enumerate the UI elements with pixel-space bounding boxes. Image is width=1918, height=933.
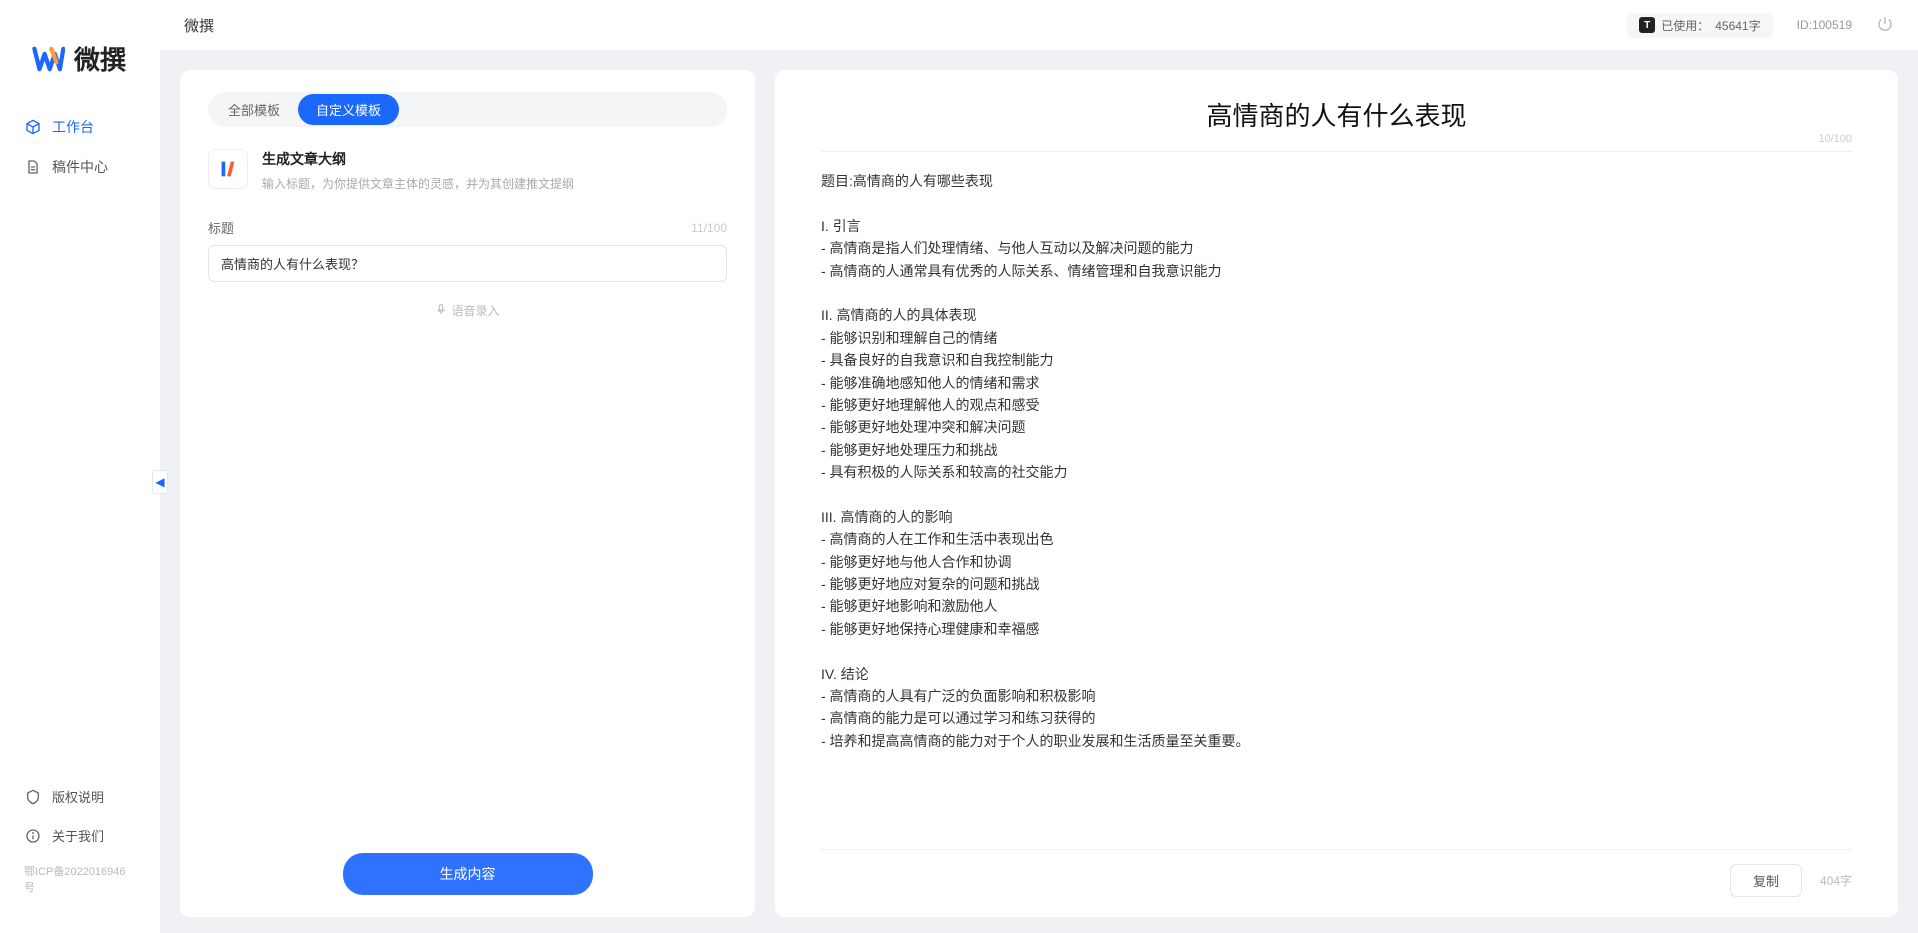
- cube-icon: [24, 118, 42, 136]
- generate-button[interactable]: 生成内容: [343, 853, 593, 895]
- nav-item-workspace[interactable]: 工作台: [0, 107, 160, 147]
- nav-bottom: 版权说明 关于我们 鄂ICP备2022016946号: [0, 777, 160, 913]
- sidebar: 微撰 工作台 稿件中心 版权说明 关于我们 鄂ICP: [0, 0, 160, 933]
- title-input[interactable]: [208, 245, 727, 282]
- brand-logo-icon: [30, 41, 66, 77]
- chevron-left-icon: ◀: [155, 475, 164, 489]
- mic-icon: [435, 303, 447, 318]
- output-title-counter: 10/100: [1818, 133, 1852, 145]
- template-title: 生成文章大纲: [262, 149, 574, 169]
- nav-item-label: 工作台: [52, 117, 94, 137]
- nav-item-label: 版权说明: [52, 787, 104, 806]
- brand-logo: 微撰: [0, 20, 160, 107]
- info-icon: [24, 827, 42, 845]
- usage-pill[interactable]: T 已使用： 45641字: [1627, 13, 1772, 38]
- template-icon: [208, 149, 248, 189]
- tab-all-templates[interactable]: 全部模板: [210, 94, 298, 125]
- divider: [821, 151, 1852, 152]
- user-id: ID:100519: [1797, 18, 1852, 32]
- page-title: 微撰: [184, 15, 214, 36]
- output-word-count: 404字: [1820, 872, 1852, 889]
- template-card: 生成文章大纲 输入标题，为你提供文章主体的灵感，并为其创建推文提纲: [208, 149, 727, 192]
- nav-item-label: 关于我们: [52, 826, 104, 845]
- topbar: 微撰 T 已使用： 45641字 ID:100519: [160, 0, 1918, 50]
- tab-custom-templates[interactable]: 自定义模板: [298, 94, 399, 125]
- sidebar-collapse-handle[interactable]: ◀: [152, 470, 168, 494]
- shield-icon: [24, 788, 42, 806]
- template-tabs: 全部模板 自定义模板: [208, 92, 727, 127]
- main-region: 微撰 T 已使用： 45641字 ID:100519 全部模板 自定义模板: [160, 0, 1918, 933]
- voice-input-button[interactable]: 语音录入: [208, 302, 727, 319]
- topbar-right: T 已使用： 45641字 ID:100519: [1627, 13, 1894, 38]
- token-badge-icon: T: [1639, 17, 1655, 33]
- icp-text: 鄂ICP备2022016946号: [0, 855, 160, 903]
- template-desc: 输入标题，为你提供文章主体的灵感，并为其创建推文提纲: [262, 175, 574, 192]
- power-icon[interactable]: [1876, 15, 1894, 36]
- input-panel: 全部模板 自定义模板 生成文章大纲 输入标题，为你提供文章主体的灵感，并为其创建…: [180, 70, 755, 917]
- nav-item-about[interactable]: 关于我们: [0, 816, 160, 855]
- title-field-label: 标题: [208, 218, 234, 237]
- nav-item-drafts[interactable]: 稿件中心: [0, 147, 160, 187]
- nav-main: 工作台 稿件中心: [0, 107, 160, 777]
- usage-prefix: 已使用：: [1661, 17, 1709, 34]
- output-panel: 高情商的人有什么表现 10/100 题目:高情商的人有哪些表现 I. 引言 - …: [775, 70, 1898, 917]
- output-body[interactable]: 题目:高情商的人有哪些表现 I. 引言 - 高情商是指人们处理情绪、与他人互动以…: [821, 170, 1852, 849]
- nav-item-label: 稿件中心: [52, 157, 108, 177]
- output-title: 高情商的人有什么表现: [821, 96, 1852, 151]
- voice-input-label: 语音录入: [451, 302, 499, 319]
- file-icon: [24, 158, 42, 176]
- content: 全部模板 自定义模板 生成文章大纲 输入标题，为你提供文章主体的灵感，并为其创建…: [160, 50, 1918, 933]
- brand-name: 微撰: [74, 40, 126, 77]
- nav-item-copyright[interactable]: 版权说明: [0, 777, 160, 816]
- title-char-counter: 11/100: [691, 221, 727, 235]
- output-footer: 复制 404字: [821, 849, 1852, 897]
- usage-value: 45641字: [1715, 17, 1760, 34]
- copy-button[interactable]: 复制: [1730, 864, 1802, 897]
